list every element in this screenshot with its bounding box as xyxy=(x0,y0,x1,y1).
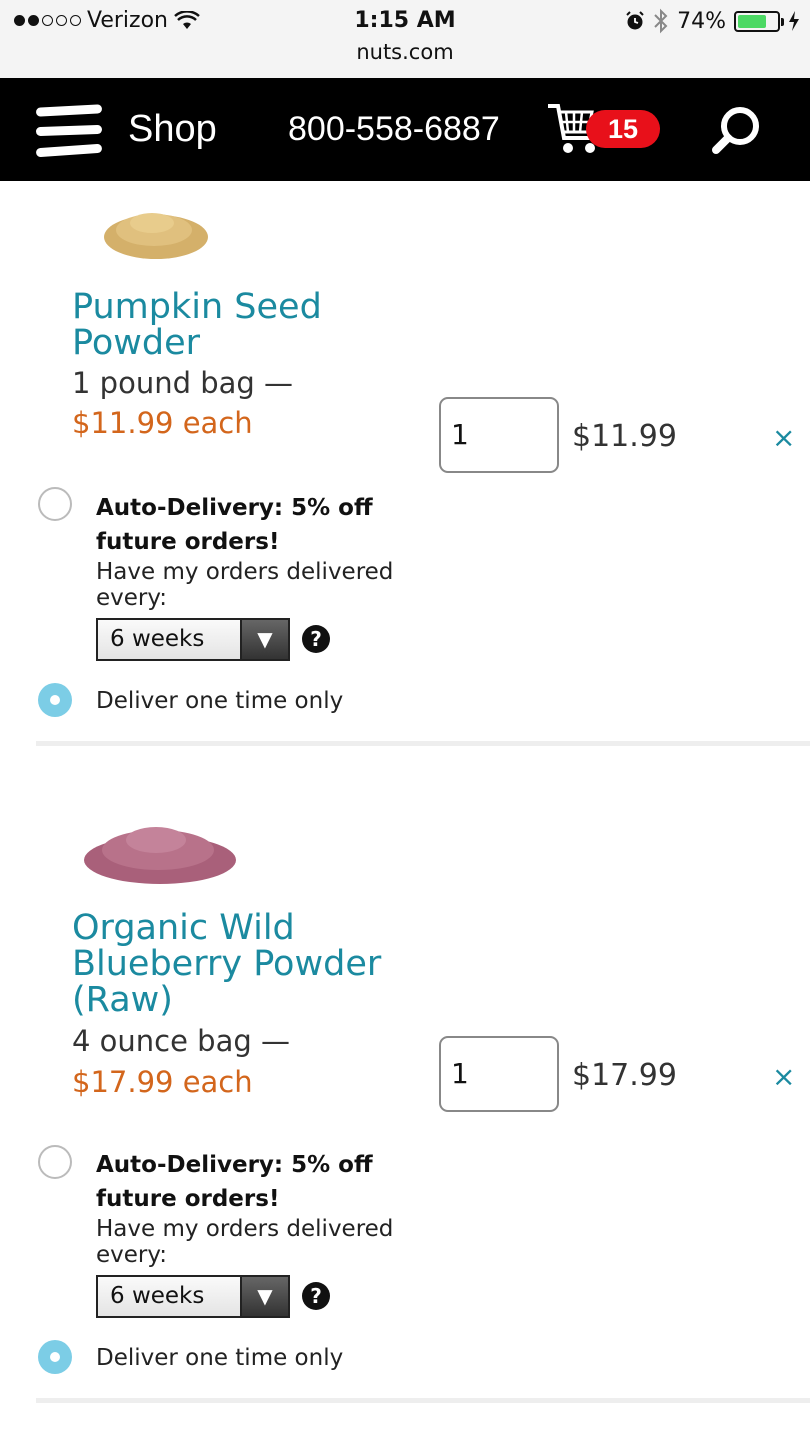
phone-number-link[interactable]: 800-558-6887 xyxy=(288,110,500,149)
help-icon[interactable]: ? xyxy=(302,1282,330,1310)
product-size: 4 ounce bag — xyxy=(72,1024,290,1058)
product-name-link[interactable]: Pumpkin Seed Powder xyxy=(72,289,432,361)
url-label[interactable]: nuts.com xyxy=(0,40,810,64)
cart-count-badge: 15 xyxy=(586,110,660,148)
product-thumbnail[interactable] xyxy=(100,197,212,267)
line-total: $17.99 xyxy=(572,1058,677,1093)
one-time-delivery-radio[interactable] xyxy=(38,1340,72,1374)
frequency-value: 6 weeks xyxy=(110,626,205,652)
auto-delivery-title: Auto-Delivery: 5% off future orders! xyxy=(96,495,373,555)
remove-item-button[interactable]: × xyxy=(772,1060,795,1093)
alarm-icon xyxy=(626,11,644,30)
battery-fill xyxy=(738,14,767,28)
item-divider xyxy=(36,1398,810,1403)
product-size: 1 pound bag — xyxy=(72,366,294,400)
chevron-down-icon: ▼ xyxy=(240,620,288,659)
item-divider xyxy=(36,741,810,746)
search-icon[interactable] xyxy=(708,104,764,156)
auto-delivery-title: Auto-Delivery: 5% off future orders! xyxy=(96,1152,373,1212)
cart-item: Pumpkin Seed Powder 1 pound bag — $11.99… xyxy=(0,181,810,751)
chevron-down-icon: ▼ xyxy=(240,1277,288,1316)
battery-icon xyxy=(734,10,784,32)
cart-button[interactable]: 15 xyxy=(546,100,666,160)
shop-link[interactable]: Shop xyxy=(128,108,217,151)
remove-item-button[interactable]: × xyxy=(772,421,795,454)
auto-delivery-radio[interactable] xyxy=(38,1145,72,1179)
frequency-value: 6 weeks xyxy=(110,1283,205,1309)
auto-delivery-subtitle: Have my orders delivered every: xyxy=(96,559,394,611)
auto-delivery-subtitle: Have my orders delivered every: xyxy=(96,1216,394,1268)
delivery-frequency-select[interactable]: 6 weeks ▼ xyxy=(96,618,290,661)
status-bar: Verizon 1:15 AM nuts.com 74% xyxy=(0,0,810,78)
one-time-delivery-label: Deliver one time only xyxy=(96,688,344,714)
one-time-delivery-label: Deliver one time only xyxy=(96,1345,344,1371)
status-right-group: 74% xyxy=(625,8,800,34)
product-unit-price: $11.99 each xyxy=(72,406,253,440)
charging-icon xyxy=(789,11,799,31)
bluetooth-icon xyxy=(654,8,668,34)
product-unit-price: $17.99 each xyxy=(72,1065,253,1099)
cart-item: Organic Wild Blueberry Powder (Raw) 4 ou… xyxy=(0,790,810,1410)
product-name-link[interactable]: Organic Wild Blueberry Powder (Raw) xyxy=(72,910,412,1018)
quantity-input[interactable]: 1 xyxy=(439,397,559,473)
delivery-frequency-select[interactable]: 6 weeks ▼ xyxy=(96,1275,290,1318)
one-time-delivery-radio[interactable] xyxy=(38,683,72,717)
product-thumbnail[interactable] xyxy=(82,810,238,890)
menu-icon[interactable] xyxy=(35,104,104,158)
quantity-input[interactable]: 1 xyxy=(439,1036,559,1112)
site-header: Shop 800-558-6887 15 xyxy=(0,78,810,181)
auto-delivery-radio[interactable] xyxy=(38,487,72,521)
help-icon[interactable]: ? xyxy=(302,625,330,653)
line-total: $11.99 xyxy=(572,419,677,454)
battery-percent: 74% xyxy=(677,8,726,34)
